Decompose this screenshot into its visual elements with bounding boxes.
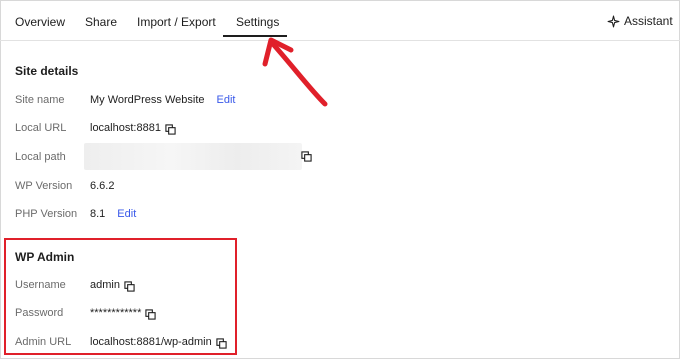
site-name-row: My WordPress Website Edit — [90, 94, 235, 106]
php-version-label: PHP Version — [15, 208, 78, 220]
wp-version-label: WP Version — [15, 180, 73, 192]
php-version-row: 8.1 Edit — [90, 208, 136, 220]
edit-php-version-link[interactable]: Edit — [117, 208, 136, 220]
copy-icon[interactable] — [165, 123, 176, 135]
admin-url-value: localhost:8881/wp-admin — [90, 336, 212, 348]
copy-icon[interactable] — [216, 337, 227, 349]
password-row: ************ — [90, 307, 157, 320]
wp-admin-title: WP Admin — [15, 250, 75, 264]
admin-url-row: localhost:8881/wp-admin — [90, 336, 227, 349]
site-name-value: My WordPress Website — [90, 94, 205, 106]
tab-import-export[interactable]: Import / Export — [137, 15, 216, 29]
admin-url-label: Admin URL — [15, 336, 72, 348]
annotation-arrow-icon — [262, 37, 328, 107]
edit-site-name-link[interactable]: Edit — [217, 94, 236, 106]
local-path-label: Local path — [15, 151, 66, 163]
username-row: admin — [90, 279, 135, 292]
assistant-button[interactable]: Assistant — [607, 14, 673, 28]
copy-icon[interactable] — [124, 280, 135, 292]
password-value: ************ — [90, 307, 142, 319]
local-path-value-redacted — [84, 143, 302, 170]
local-url-row: localhost:8881 — [90, 122, 176, 135]
copy-icon[interactable] — [301, 151, 312, 162]
assistant-label: Assistant — [624, 14, 673, 28]
tab-bar: Overview Share Import / Export Settings … — [0, 0, 680, 41]
tab-overview[interactable]: Overview — [15, 15, 65, 29]
sparkle-icon — [607, 15, 620, 27]
site-name-label: Site name — [15, 94, 65, 106]
username-label: Username — [15, 279, 66, 291]
wp-version-value: 6.6.2 — [90, 180, 115, 192]
copy-icon[interactable] — [145, 308, 157, 320]
password-label: Password — [15, 307, 64, 319]
tab-settings[interactable]: Settings — [236, 15, 279, 29]
username-value: admin — [90, 279, 120, 291]
site-details-title: Site details — [15, 64, 79, 78]
php-version-value: 8.1 — [90, 208, 106, 220]
local-url-value: localhost:8881 — [90, 122, 161, 134]
tab-share[interactable]: Share — [85, 15, 117, 29]
local-url-label: Local URL — [15, 122, 67, 134]
